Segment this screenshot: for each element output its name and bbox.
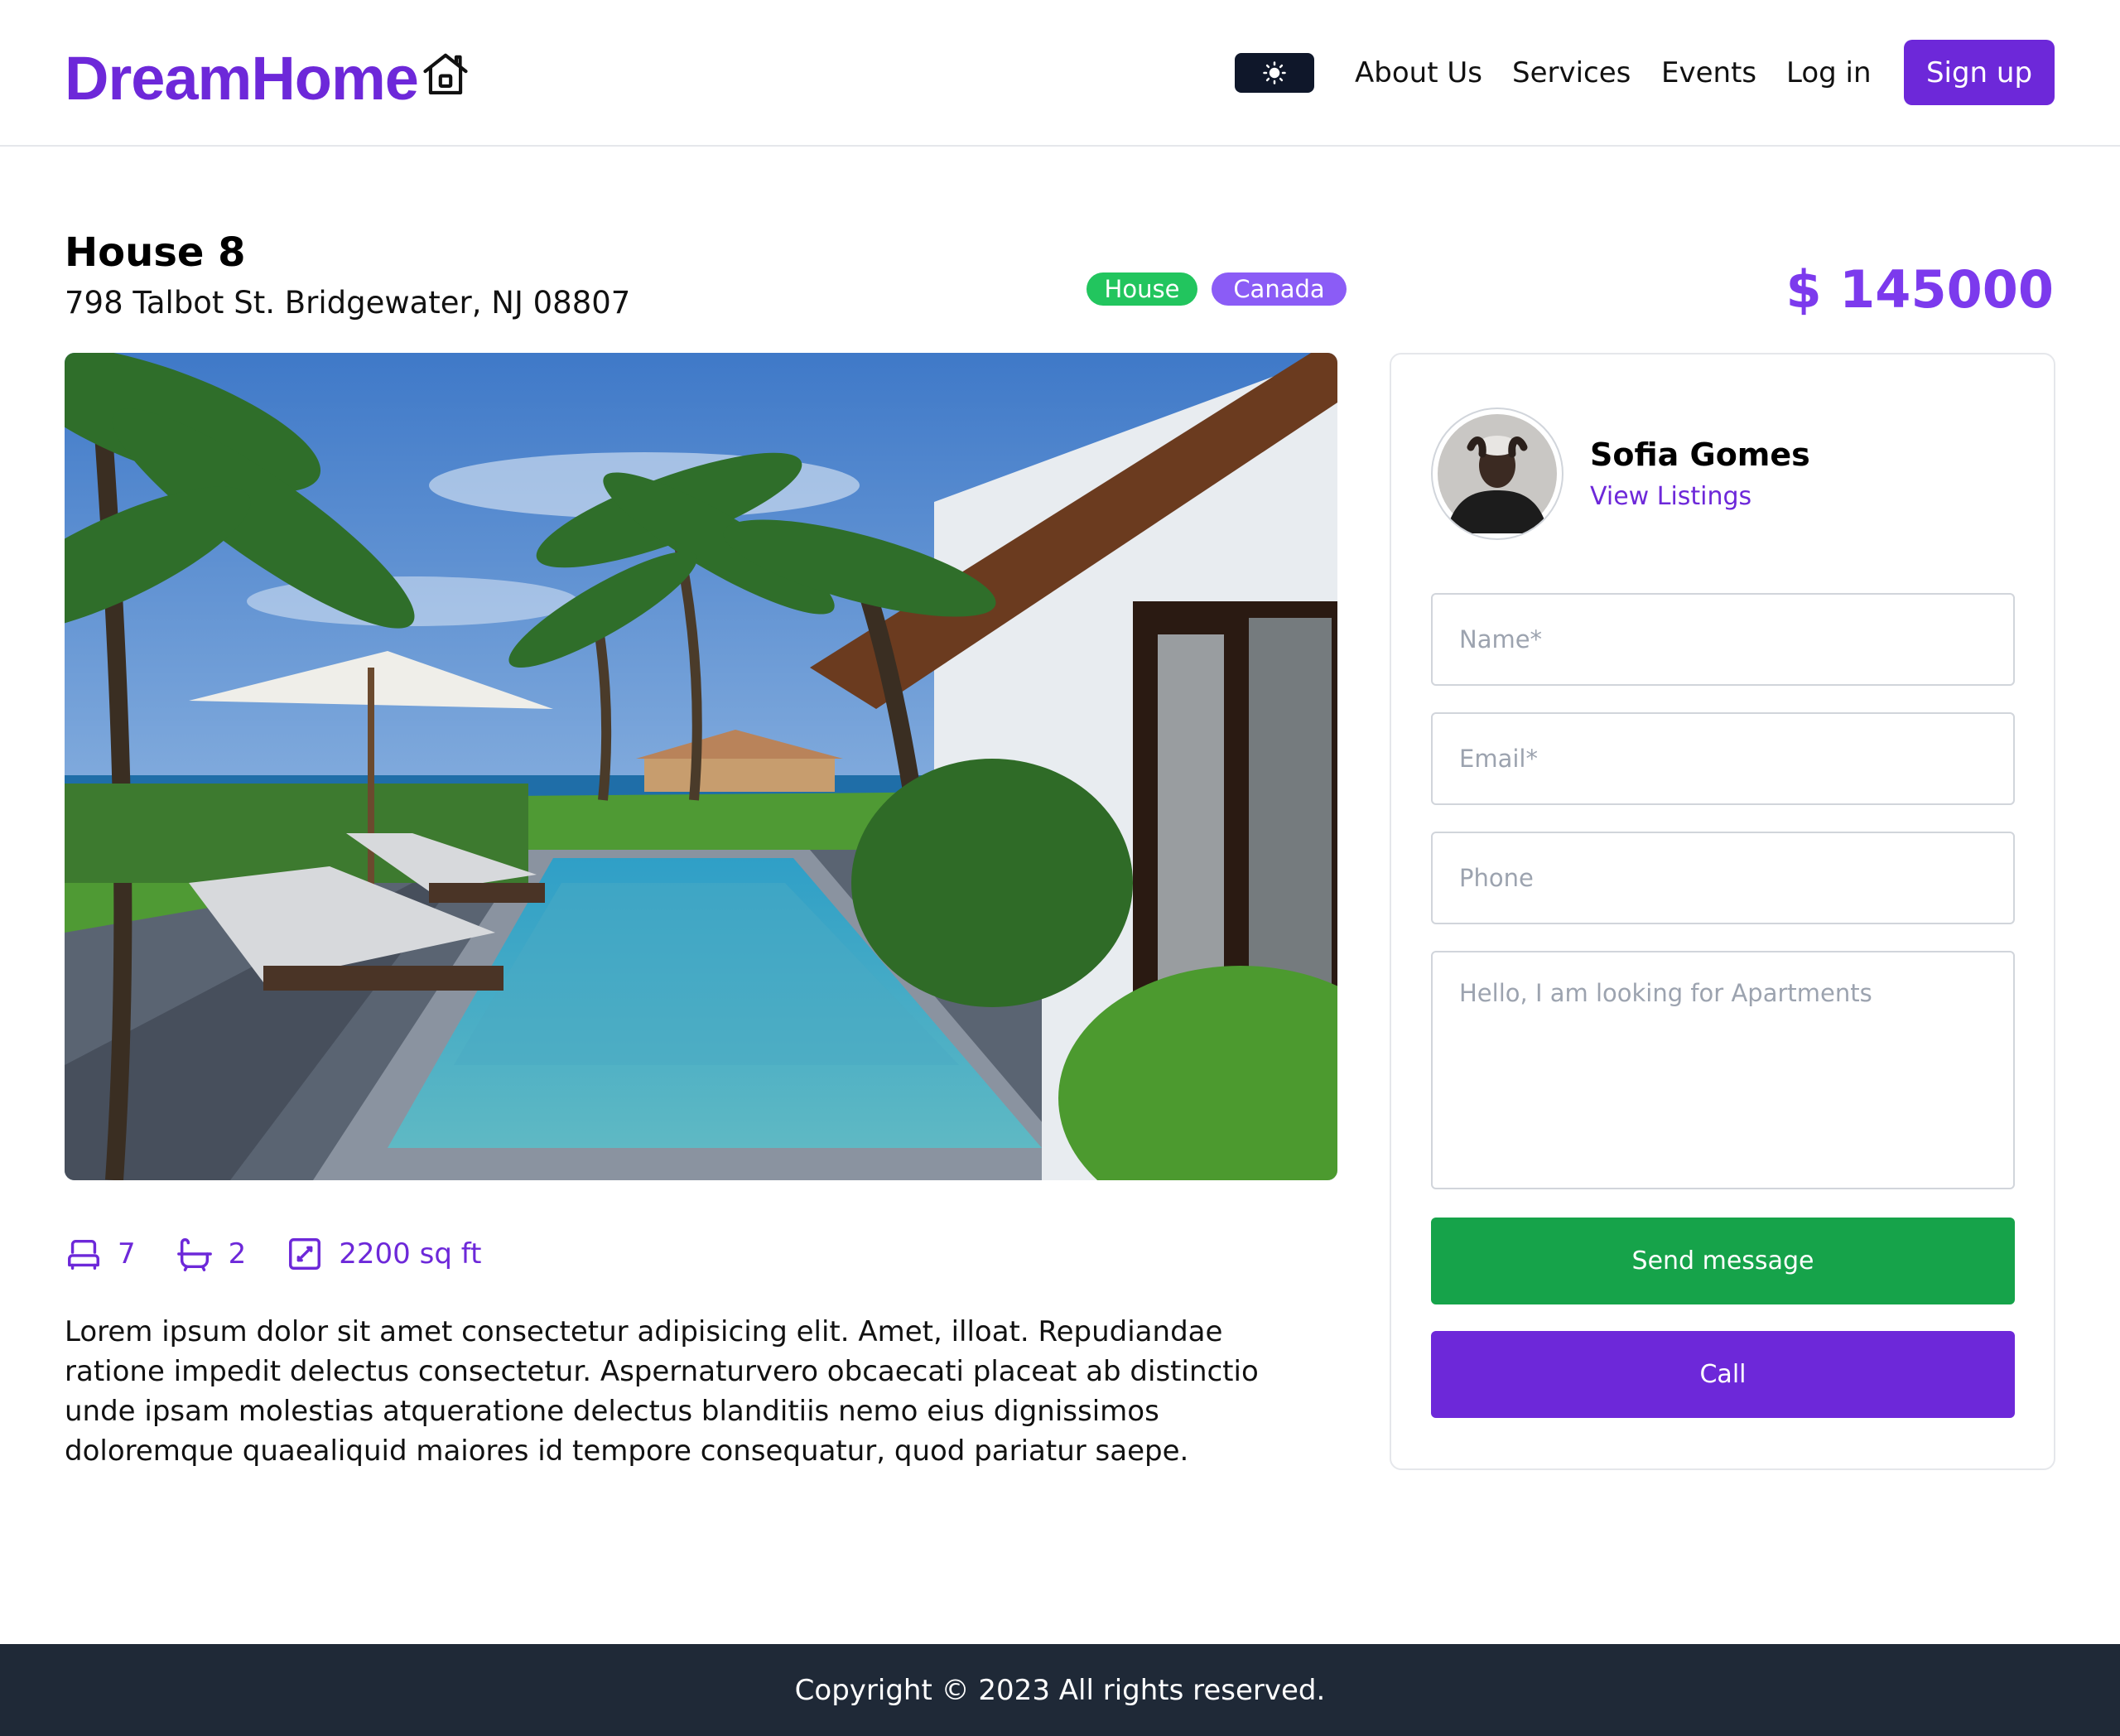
property-photo bbox=[65, 353, 1337, 1180]
logo[interactable]: DreamHome bbox=[65, 41, 471, 116]
listing-address: 798 Talbot St. Bridgewater, NJ 08807 bbox=[65, 285, 631, 321]
name-input[interactable] bbox=[1431, 593, 2015, 686]
send-message-button[interactable]: Send message bbox=[1431, 1218, 2015, 1304]
listing-description: Lorem ipsum dolor sit amet consectetur a… bbox=[65, 1315, 1259, 1468]
bedrooms-feature: 7 bbox=[65, 1235, 136, 1273]
phone-input[interactable] bbox=[1431, 832, 2015, 924]
message-textarea[interactable] bbox=[1431, 951, 2015, 1189]
avatar bbox=[1431, 407, 1564, 540]
country-badge: Canada bbox=[1212, 272, 1347, 306]
property-features: 7 2 2200 sq ft bbox=[65, 1229, 521, 1279]
listing-title: House 8 bbox=[65, 229, 246, 276]
site-header: DreamHome About Us Services Events Log i… bbox=[0, 0, 2120, 147]
area-icon bbox=[289, 1238, 321, 1270]
area-value: 2200 sq ft bbox=[339, 1237, 482, 1271]
site-footer: Copyright © 2023 All rights reserved. bbox=[0, 1644, 2120, 1736]
type-badge: House bbox=[1086, 272, 1197, 306]
bedrooms-count: 7 bbox=[118, 1237, 136, 1271]
copyright-text: Copyright © 2023 All rights reserved. bbox=[794, 1673, 1326, 1707]
bed-icon bbox=[68, 1239, 99, 1270]
nav-about-us[interactable]: About Us bbox=[1355, 50, 1482, 96]
view-listings-link[interactable]: View Listings bbox=[1590, 479, 1751, 515]
nav-events[interactable]: Events bbox=[1661, 50, 1756, 96]
bathrooms-count: 2 bbox=[228, 1237, 247, 1271]
call-button[interactable]: Call bbox=[1431, 1331, 2015, 1418]
theme-toggle-button[interactable] bbox=[1235, 53, 1314, 93]
nav-log-in[interactable]: Log in bbox=[1786, 50, 1872, 96]
logo-text: DreamHome bbox=[65, 44, 419, 113]
signup-button[interactable]: Sign up bbox=[1904, 40, 2055, 105]
area-feature: 2200 sq ft bbox=[286, 1235, 481, 1273]
agent-name: Sofia Gomes bbox=[1590, 436, 1810, 473]
nav-services[interactable]: Services bbox=[1512, 50, 1631, 96]
email-input[interactable] bbox=[1431, 712, 2015, 805]
bath-icon bbox=[176, 1238, 212, 1271]
bathrooms-feature: 2 bbox=[176, 1235, 247, 1273]
listing-price: $ 145000 bbox=[1785, 259, 2054, 320]
house-icon bbox=[423, 53, 468, 95]
agent-contact-card: Sofia Gomes View Listings Send message C… bbox=[1390, 353, 2055, 1470]
sun-icon bbox=[1263, 61, 1286, 84]
